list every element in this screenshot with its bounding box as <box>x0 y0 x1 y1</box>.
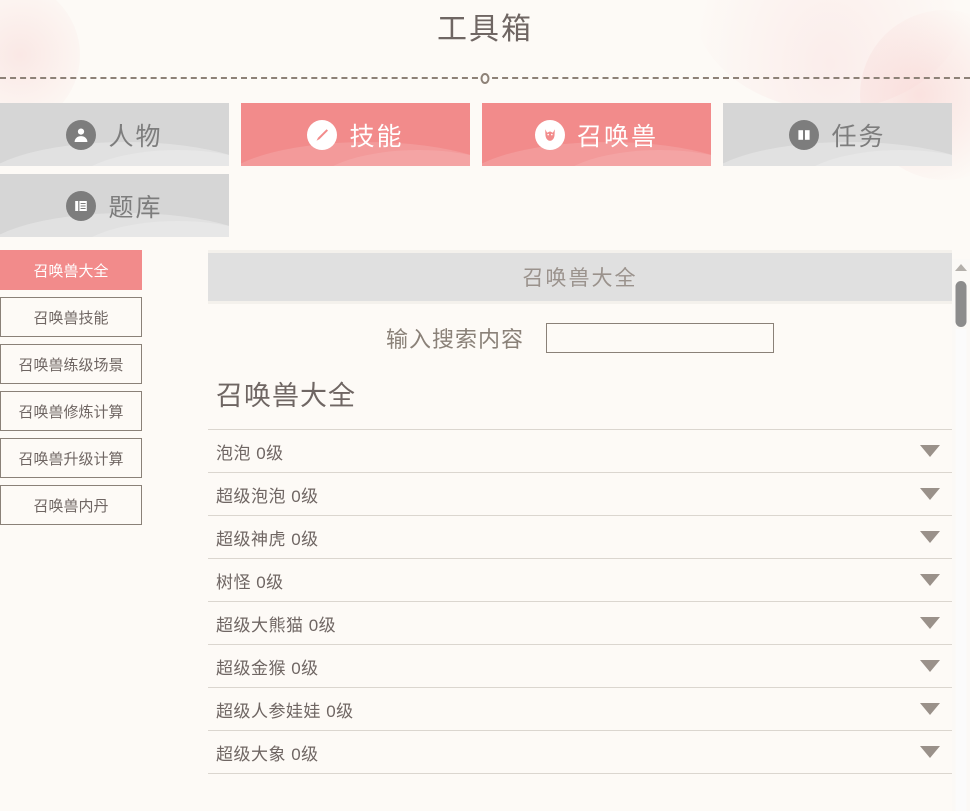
tab-zhaohuanshou[interactable]: 召唤兽 <box>482 103 711 166</box>
person-icon <box>66 119 97 150</box>
sidebar-item-label: 召唤兽内丹 <box>33 497 109 515</box>
sidebar-item-label: 召唤兽修炼计算 <box>18 403 124 421</box>
chevron-down-icon[interactable] <box>920 488 940 500</box>
section-bar-title: 召唤兽大全 <box>522 267 638 290</box>
quiz-icon <box>66 190 97 221</box>
chevron-down-icon[interactable] <box>920 574 940 586</box>
list-item[interactable]: 超级神虎 0级 <box>208 516 952 559</box>
page-header: 工具箱 <box>0 0 970 48</box>
sidebar-item-shengji-jisuan[interactable]: 召唤兽升级计算 <box>0 438 142 478</box>
list-item[interactable]: 超级人参娃娃 0级 <box>208 688 952 731</box>
main-panel: 召唤兽大全 输入搜索内容 召唤兽大全 泡泡 0级 超级泡泡 0级 超级神虎 0级… <box>142 250 970 811</box>
tab-bar: 人物 技能 召唤兽 任务 题库 <box>0 103 970 237</box>
chevron-down-icon[interactable] <box>920 617 940 629</box>
list-item-label: 超级金猴 0级 <box>216 658 319 678</box>
book-icon <box>789 119 820 150</box>
list-item[interactable]: 超级金猴 0级 <box>208 645 952 688</box>
list-item-label: 泡泡 0级 <box>216 443 284 463</box>
list-item[interactable]: 泡泡 0级 <box>208 430 952 473</box>
divider-dot-icon <box>480 73 490 84</box>
list-item[interactable]: 树怪 0级 <box>208 559 952 602</box>
chevron-down-icon[interactable] <box>920 746 940 758</box>
search-row: 输入搜索内容 <box>208 304 952 372</box>
sidebar-item-neidan[interactable]: 召唤兽内丹 <box>0 485 142 525</box>
scroll-up-arrow-icon[interactable] <box>955 264 967 271</box>
section-divider <box>0 71 970 85</box>
scrollbar-track[interactable] <box>955 329 967 811</box>
tab-renwu[interactable]: 人物 <box>0 103 229 166</box>
sidebar-item-zhaohuanshou-daquan[interactable]: 召唤兽大全 <box>0 250 142 290</box>
pet-icon <box>534 119 565 150</box>
tab-label: 题库 <box>108 193 163 222</box>
sidebar-item-label: 召唤兽升级计算 <box>18 450 124 468</box>
vertical-scrollbar[interactable] <box>952 259 970 811</box>
list-item-label: 超级大象 0级 <box>216 744 319 764</box>
brush-icon <box>307 119 338 150</box>
chevron-down-icon[interactable] <box>920 445 940 457</box>
content-area: 召唤兽大全 召唤兽技能 召唤兽练级场景 召唤兽修炼计算 召唤兽升级计算 召唤兽内… <box>0 250 970 811</box>
tab-jineng[interactable]: 技能 <box>241 103 470 166</box>
tab-renwu-quest[interactable]: 任务 <box>723 103 952 166</box>
sidebar-item-label: 召唤兽大全 <box>33 262 109 280</box>
list-item-label: 树怪 0级 <box>216 572 284 592</box>
tab-label: 技能 <box>349 122 404 151</box>
sidebar-item-lianji-changjing[interactable]: 召唤兽练级场景 <box>0 344 142 384</box>
list-item[interactable]: 超级泡泡 0级 <box>208 473 952 516</box>
list-title: 召唤兽大全 <box>216 381 356 411</box>
search-label: 输入搜索内容 <box>385 327 524 352</box>
list-item-label: 超级大熊猫 0级 <box>216 615 337 635</box>
tab-label: 任务 <box>831 122 886 151</box>
pet-list: 泡泡 0级 超级泡泡 0级 超级神虎 0级 树怪 0级 超级大熊猫 0级 超级金… <box>208 429 952 774</box>
section-bar: 召唤兽大全 <box>208 250 952 304</box>
sidebar-item-label: 召唤兽技能 <box>33 309 109 327</box>
tab-tiku[interactable]: 题库 <box>0 174 229 237</box>
list-item[interactable]: 超级大熊猫 0级 <box>208 602 952 645</box>
scrollbar-thumb[interactable] <box>955 281 967 327</box>
tab-label: 召唤兽 <box>576 122 658 151</box>
sidebar-item-zhaohuanshou-jineng[interactable]: 召唤兽技能 <box>0 297 142 337</box>
chevron-down-icon[interactable] <box>920 531 940 543</box>
tab-label: 人物 <box>108 122 163 151</box>
list-item-label: 超级神虎 0级 <box>216 529 319 549</box>
sidebar-item-xiulian-jisuan[interactable]: 召唤兽修炼计算 <box>0 391 142 431</box>
sidebar-item-label: 召唤兽练级场景 <box>18 356 124 374</box>
list-item-label: 超级泡泡 0级 <box>216 486 319 506</box>
page-title: 工具箱 <box>437 13 533 46</box>
search-input[interactable] <box>546 323 774 353</box>
sidebar: 召唤兽大全 召唤兽技能 召唤兽练级场景 召唤兽修炼计算 召唤兽升级计算 召唤兽内… <box>0 250 142 811</box>
list-item[interactable]: 超级大象 0级 <box>208 731 952 774</box>
chevron-down-icon[interactable] <box>920 703 940 715</box>
list-item-label: 超级人参娃娃 0级 <box>216 701 354 721</box>
chevron-down-icon[interactable] <box>920 660 940 672</box>
